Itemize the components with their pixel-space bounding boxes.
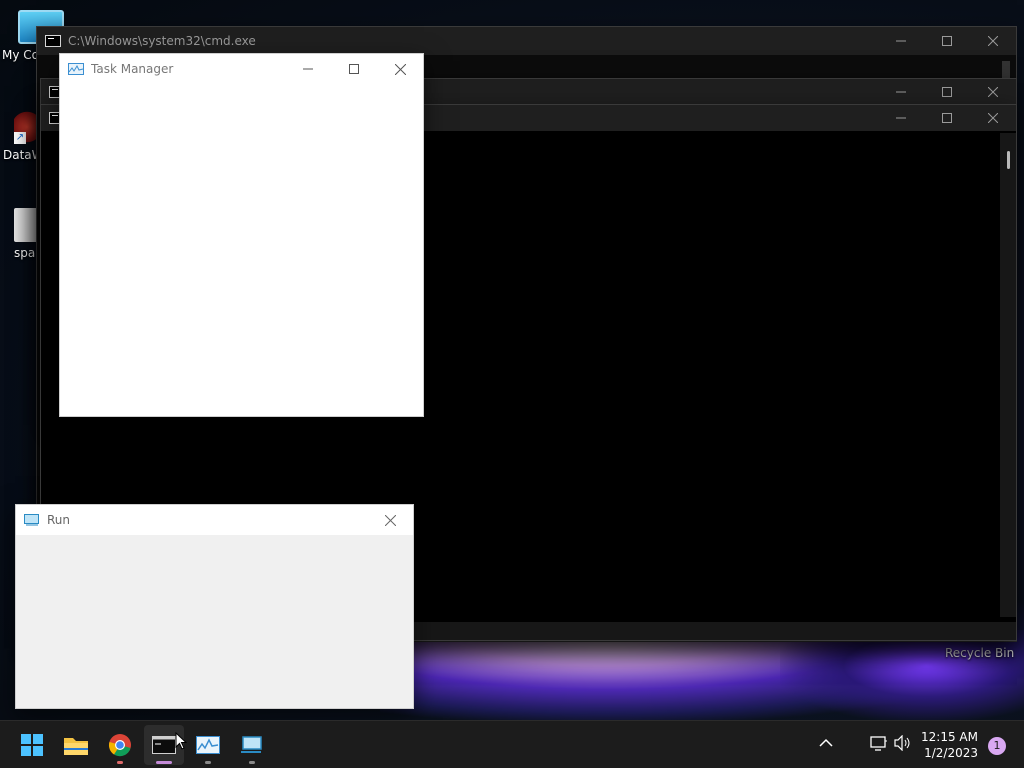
- close-icon: [988, 87, 998, 97]
- cmd-window-title: C:\Windows\system32\cmd.exe: [68, 34, 256, 48]
- close-button[interactable]: [377, 55, 423, 83]
- chevron-up-icon: [819, 738, 833, 747]
- active-indicator: [156, 761, 172, 764]
- run-dialog[interactable]: Run: [15, 504, 414, 709]
- task-manager-title: Task Manager: [91, 62, 174, 76]
- minimize-icon: [896, 91, 906, 93]
- minimize-icon: [303, 68, 313, 70]
- minimize-icon: [896, 40, 906, 42]
- maximize-button[interactable]: [331, 55, 377, 83]
- taskbar-task-manager[interactable]: [188, 725, 228, 765]
- maximize-icon: [942, 36, 952, 46]
- network-status-button[interactable]: [870, 735, 888, 754]
- close-icon: [394, 63, 406, 75]
- folder-icon: [64, 738, 88, 755]
- network-icon: [870, 736, 887, 751]
- minimize-button[interactable]: [285, 55, 331, 83]
- volume-button[interactable]: [894, 734, 912, 754]
- scrollbar-thumb[interactable]: [1007, 151, 1010, 169]
- recycle-bin-label[interactable]: Recycle Bin: [945, 646, 1014, 660]
- run-titlebar[interactable]: Run: [16, 505, 413, 535]
- maximize-button[interactable]: [924, 78, 970, 106]
- scrollbar-track[interactable]: [1000, 133, 1016, 617]
- task-manager-window[interactable]: Task Manager: [59, 53, 424, 417]
- close-button[interactable]: [367, 506, 413, 534]
- minimize-button[interactable]: [878, 27, 924, 55]
- taskbar-chrome[interactable]: [100, 725, 140, 765]
- task-manager-titlebar[interactable]: Task Manager: [60, 54, 423, 84]
- taskbar-run[interactable]: [232, 725, 272, 765]
- cmd-titlebar[interactable]: C:\Windows\system32\cmd.exe: [37, 27, 1016, 55]
- maximize-icon: [349, 64, 359, 74]
- running-indicator: [205, 761, 211, 764]
- chrome-icon: [108, 734, 131, 757]
- maximize-icon: [942, 87, 952, 97]
- windows-start-icon: [21, 734, 43, 756]
- clock-date: 1/2/2023: [924, 746, 978, 760]
- taskbar-file-explorer[interactable]: [56, 725, 96, 765]
- maximize-icon: [942, 113, 952, 123]
- mouse-cursor-icon: [175, 732, 187, 750]
- clock-time: 12:15 AM: [921, 730, 978, 744]
- close-button[interactable]: [970, 104, 1016, 132]
- minimize-icon: [896, 117, 906, 119]
- run-icon: [241, 736, 262, 753]
- wallpaper-glow: [780, 630, 1024, 720]
- taskbar: 12:15 AM 1/2/2023 1: [0, 720, 1024, 768]
- close-icon: [988, 36, 998, 46]
- taskbar-clock[interactable]: 12:15 AM 1/2/2023: [921, 729, 978, 761]
- volume-icon: [894, 734, 910, 752]
- notification-badge[interactable]: 1: [988, 737, 1006, 755]
- minimize-button[interactable]: [878, 78, 924, 106]
- task-manager-icon: [196, 736, 220, 754]
- close-button[interactable]: [970, 78, 1016, 106]
- close-icon: [988, 113, 998, 123]
- maximize-button[interactable]: [924, 104, 970, 132]
- show-hidden-icons-button[interactable]: [818, 737, 834, 751]
- running-indicator: [117, 761, 123, 764]
- run-icon: [24, 514, 39, 526]
- run-title: Run: [47, 513, 71, 527]
- maximize-button[interactable]: [924, 27, 970, 55]
- cmd-icon: [152, 736, 176, 754]
- start-button[interactable]: [12, 725, 52, 765]
- close-icon: [384, 514, 396, 526]
- close-button[interactable]: [970, 27, 1016, 55]
- running-indicator: [249, 761, 255, 764]
- minimize-button[interactable]: [878, 104, 924, 132]
- cmd-icon: [45, 35, 61, 47]
- task-manager-icon: [68, 63, 84, 75]
